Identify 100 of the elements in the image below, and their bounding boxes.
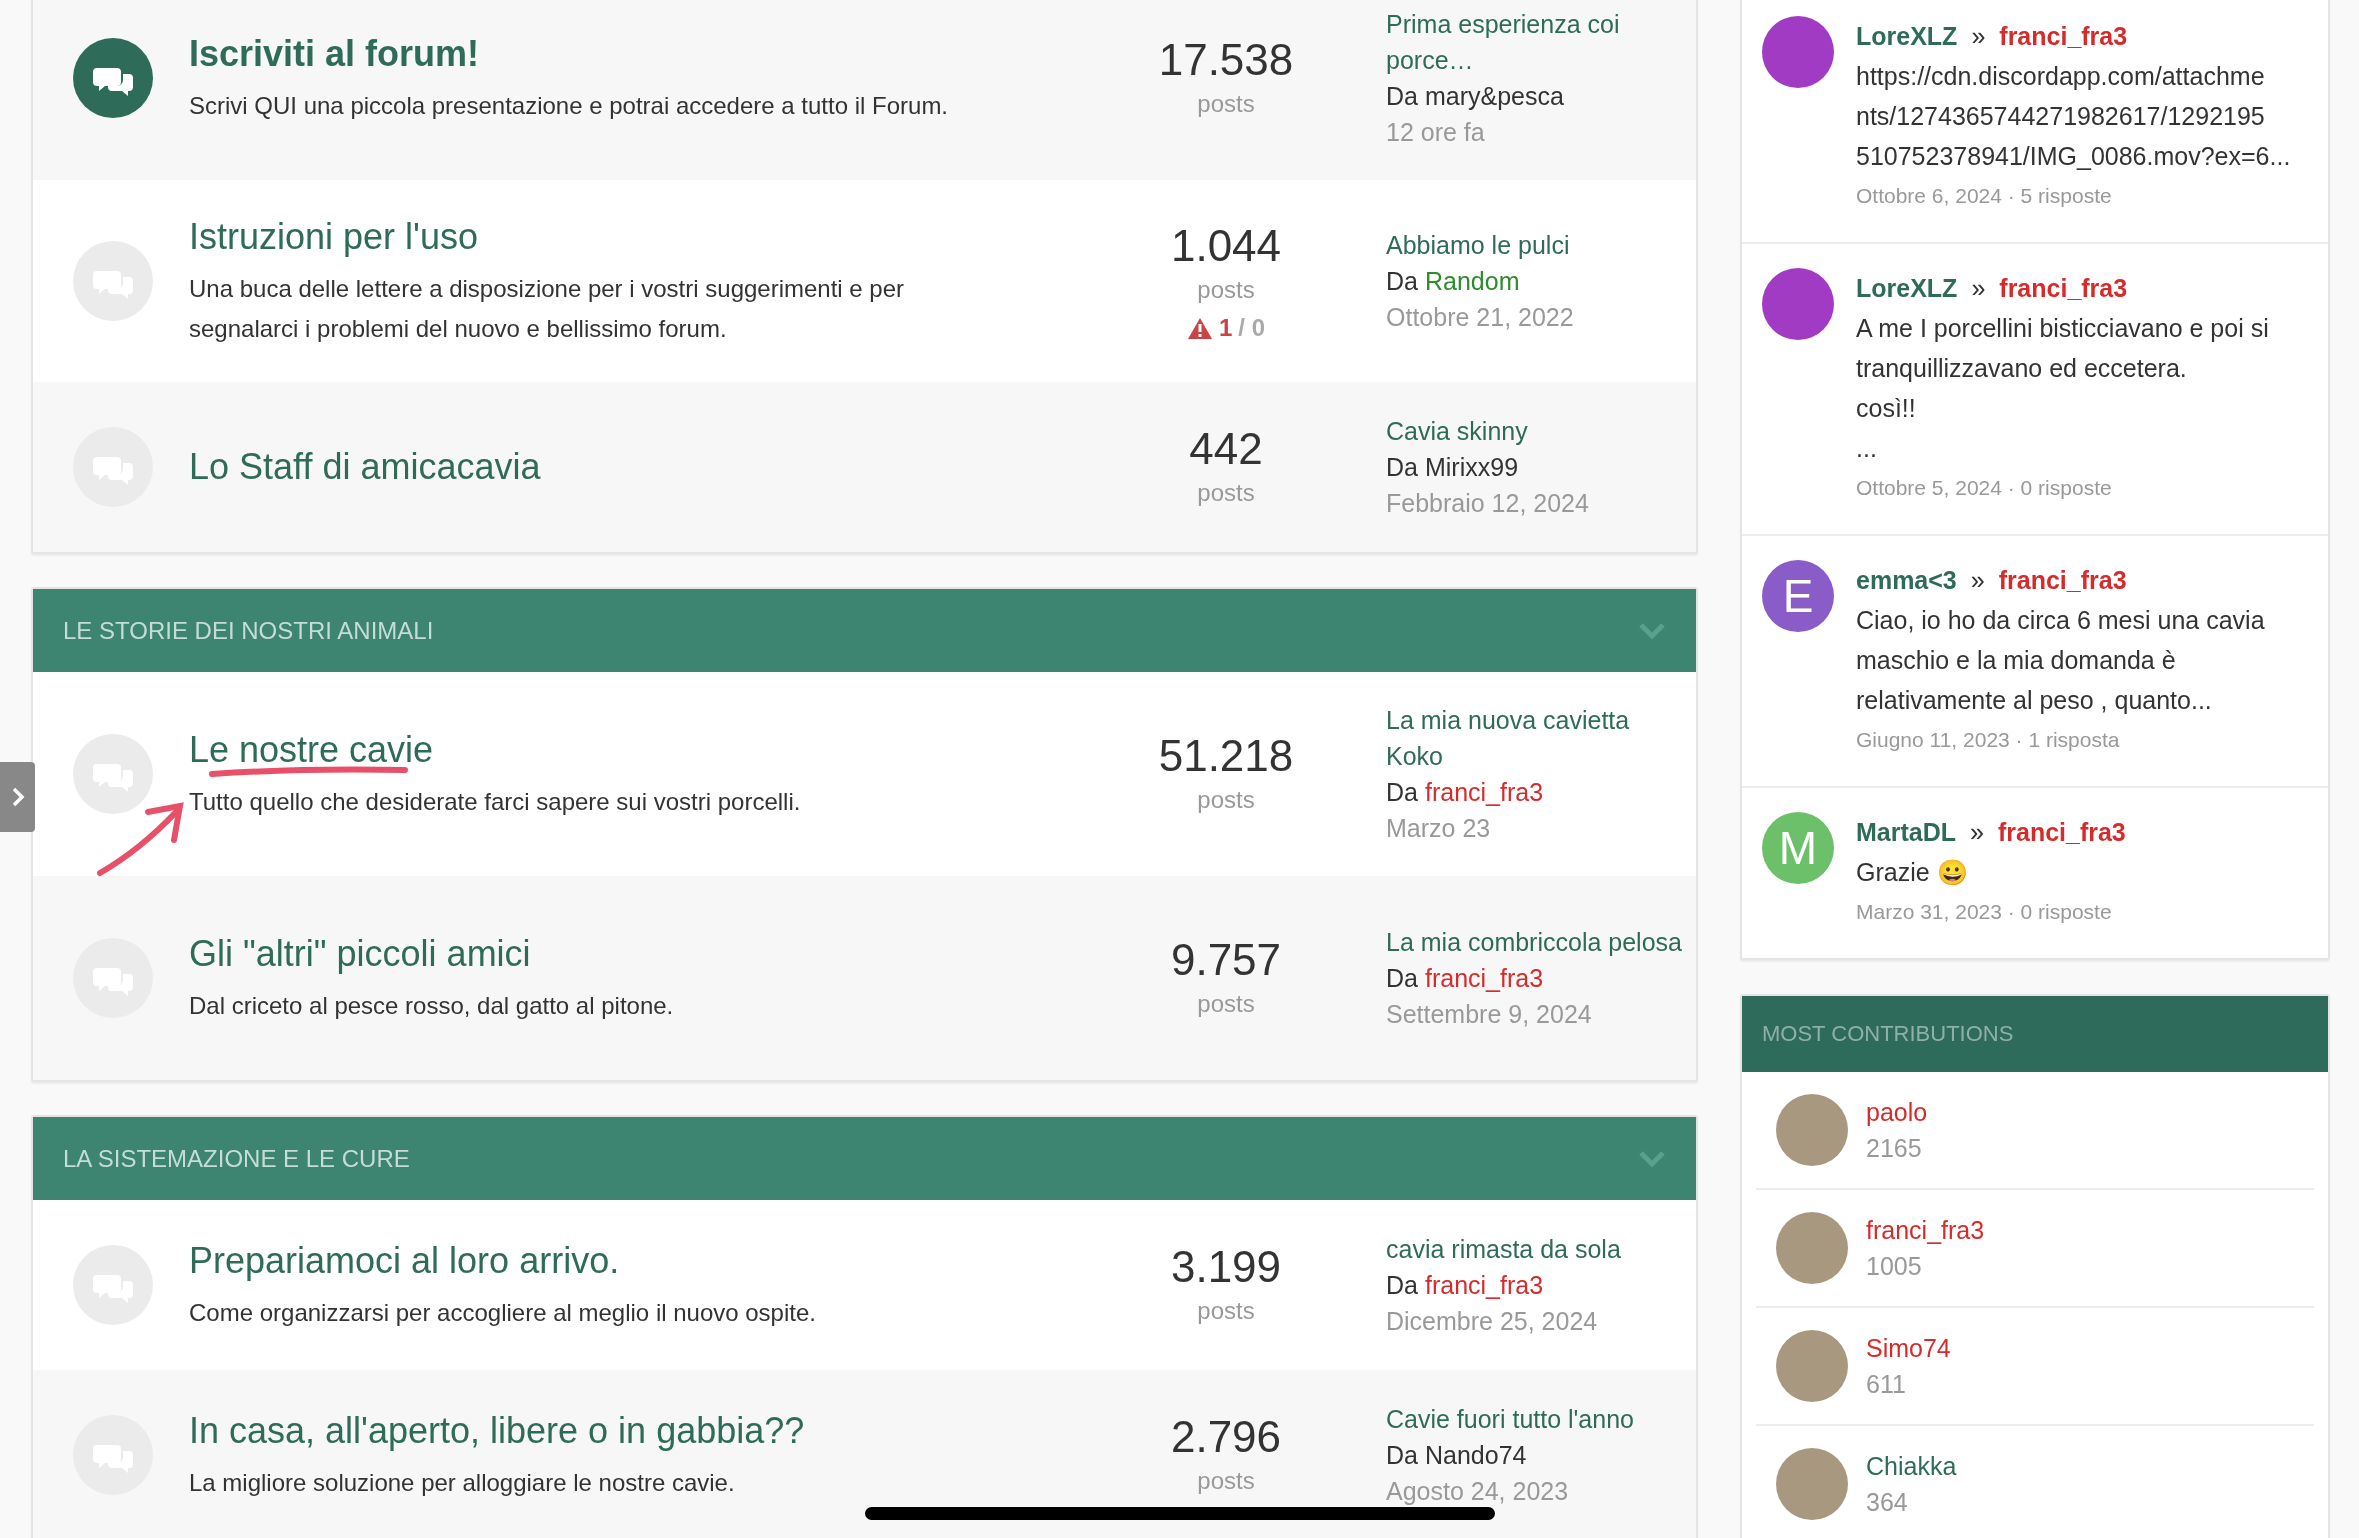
member-link[interactable]: paolo (1866, 1094, 1928, 1130)
contribution-count: 2165 (1866, 1133, 1923, 1164)
by-label: Da (1386, 81, 1418, 112)
member-link[interactable]: Simo74 (1866, 1330, 1951, 1366)
posts-label: posts (1197, 1296, 1255, 1326)
forum-title-link[interactable]: In casa, all'aperto, libere o in gabbia?? (189, 1407, 1126, 1455)
sidebar-toggle[interactable] (0, 762, 35, 832)
recipient-link[interactable]: franci_fra3 (1998, 560, 2127, 600)
forum-title-link[interactable]: Prepariamoci al loro arrivo. (189, 1237, 1126, 1285)
last-post-time: Febbraio 12, 2024 (1386, 488, 1590, 519)
post-excerpt-line: così!! (1856, 393, 1917, 424)
last-post-title-link[interactable]: cavia rimasta da sola (1386, 1231, 1686, 1267)
post-excerpt-line: ... (1856, 433, 1878, 464)
section-title: LE STORIE DEI NOSTRI ANIMALI (63, 616, 434, 645)
post-meta: Giugno 11, 2023 · 1 risposta (1856, 727, 2121, 753)
member-link[interactable]: Chiakka (1866, 1448, 1957, 1484)
author-link[interactable]: MartaDL (1856, 812, 1956, 852)
by-label: Da (1386, 452, 1418, 483)
last-post-time: Agosto 24, 2023 (1386, 1476, 1570, 1507)
post-excerpt-line: relativamente al peso , quanto... (1856, 685, 2213, 716)
last-post-time: Marzo 23 (1386, 813, 1492, 844)
last-post-title-link[interactable]: La mia nuova cavietta Koko (1386, 702, 1686, 774)
forum-description: Una buca delle lettere a disposizione per i vostri suggerimenti e per segnalarci i problemi del nuovo e bellissimo forum. (189, 274, 906, 344)
post-meta: Marzo 31, 2023 · 0 risposte (1856, 899, 2113, 925)
forum-description: Tutto quello che desiderate farci sapere sui vostri porcelli. (189, 787, 802, 817)
by-label: Da (1386, 1440, 1418, 1471)
post-excerpt-line: https://cdn.discordapp.com/attachme (1856, 61, 2266, 92)
avatar-letter: M (1762, 812, 1834, 884)
post-meta: Ottobre 5, 2024 · 0 risposte (1856, 475, 2113, 501)
post-excerpt-line: Ciao, io ho da circa 6 mesi una cavia (1856, 605, 2265, 636)
forum-description: Come organizzarsi per accogliere al meglio il nuovo ospite. (189, 1298, 817, 1328)
member-link[interactable]: franci_fra3 (1866, 1212, 1985, 1248)
author-link[interactable]: franci_fra3 (1424, 960, 1544, 996)
last-post-title-link[interactable]: Abbiamo le pulci (1386, 227, 1686, 263)
author-link[interactable]: Mirixx99 (1424, 449, 1519, 485)
post-meta: Ottobre 6, 2024 · 5 risposte (1856, 183, 2113, 209)
post-excerpt-line: nts/1274365744271982617/1292195 (1856, 101, 2266, 132)
last-post-title-link[interactable]: Prima esperienza coi porce… (1386, 6, 1686, 78)
warning-icon (1186, 316, 1213, 340)
posts-label: posts (1197, 989, 1255, 1019)
last-post-time: Settembre 9, 2024 (1386, 999, 1593, 1030)
separator: » (1971, 21, 1986, 52)
collapse-chevron-icon[interactable] (1638, 1149, 1666, 1168)
forum-description: Dal criceto al pesce rosso, dal gatto al pitone. (189, 991, 675, 1021)
author-link[interactable]: franci_fra3 (1424, 1267, 1544, 1303)
by-label: Da (1386, 266, 1418, 297)
contribution-count: 364 (1866, 1487, 1909, 1518)
forum-description: La migliore soluzione per alloggiare le nostre cavie. (189, 1468, 736, 1498)
by-label: Da (1386, 1270, 1418, 1301)
post-excerpt-line: tranquillizzavano ed eccetera. (1856, 353, 2188, 384)
author-link[interactable]: emma<3 (1856, 560, 1957, 600)
last-post-time: Dicembre 25, 2024 (1386, 1306, 1599, 1337)
recipient-link[interactable]: franci_fra3 (1999, 268, 2128, 308)
post-count: 17.538 (1158, 34, 1294, 86)
section-title: LA SISTEMAZIONE E LE CURE (63, 1144, 410, 1173)
separator: » (1971, 273, 1986, 304)
author-link[interactable]: Nando74 (1424, 1437, 1527, 1473)
forum-description: Scrivi QUI una piccola presentazione e potrai accedere a tutto il Forum. (189, 91, 950, 121)
forum-title-link[interactable]: Iscriviti al forum! (189, 30, 1126, 78)
avatar-letter: E (1762, 560, 1834, 632)
posts-label: posts (1197, 275, 1255, 305)
forum-title-link[interactable]: Istruzioni per l'uso (189, 213, 1126, 261)
post-count: 442 (1189, 423, 1263, 475)
report-count[interactable]: 1 (1218, 314, 1233, 342)
post-count: 2.796 (1170, 1411, 1282, 1463)
last-post-title-link[interactable]: La mia combriccola pelosa (1386, 924, 1686, 960)
post-count: 51.218 (1158, 730, 1294, 782)
post-excerpt-line: 510752378941/IMG_0086.mov?ex=6... (1856, 141, 2291, 172)
post-excerpt-line: Grazie 😀 (1856, 857, 1969, 888)
forum-title-link[interactable]: Lo Staff di amicacavia (189, 443, 1126, 491)
recipient-link[interactable]: franci_fra3 (1999, 16, 2128, 56)
collapse-chevron-icon[interactable] (1638, 621, 1666, 640)
posts-label: posts (1197, 478, 1255, 508)
post-count: 9.757 (1170, 934, 1282, 986)
last-post-time: Ottobre 21, 2022 (1386, 302, 1575, 333)
posts-label: posts (1197, 1466, 1255, 1496)
report-total: / 0 (1238, 314, 1265, 342)
author-link[interactable]: Random (1424, 263, 1520, 299)
author-link[interactable]: franci_fra3 (1424, 774, 1544, 810)
post-count: 3.199 (1170, 1241, 1282, 1293)
chevron-right-icon (10, 786, 25, 808)
author-link[interactable]: LoreXLZ (1856, 16, 1958, 56)
last-post-title-link[interactable]: Cavia skinny (1386, 413, 1686, 449)
author-link[interactable]: LoreXLZ (1856, 268, 1958, 308)
by-label: Da (1386, 777, 1418, 808)
card-title: MOST CONTRIBUTIONS (1762, 1021, 2014, 1047)
post-count: 1.044 (1170, 220, 1282, 272)
contribution-count: 1005 (1866, 1251, 1923, 1282)
separator: » (1970, 565, 1985, 596)
recipient-link[interactable]: franci_fra3 (1997, 812, 2126, 852)
contribution-count: 611 (1866, 1369, 1907, 1400)
post-excerpt-line: maschio e la mia domanda è (1856, 645, 2177, 676)
posts-label: posts (1197, 89, 1255, 119)
forum-title-link[interactable]: Gli "altri" piccoli amici (189, 930, 1126, 978)
last-post-title-link[interactable]: Cavie fuori tutto l'anno (1386, 1401, 1686, 1437)
last-post-time: 12 ore fa (1386, 117, 1486, 148)
post-excerpt-line: A me I porcellini bisticciavano e poi si (1856, 313, 2269, 344)
author-link[interactable]: mary&pesca (1424, 78, 1564, 114)
forum-title-link[interactable]: Le nostre cavie (189, 726, 1126, 774)
separator: » (1970, 817, 1984, 848)
